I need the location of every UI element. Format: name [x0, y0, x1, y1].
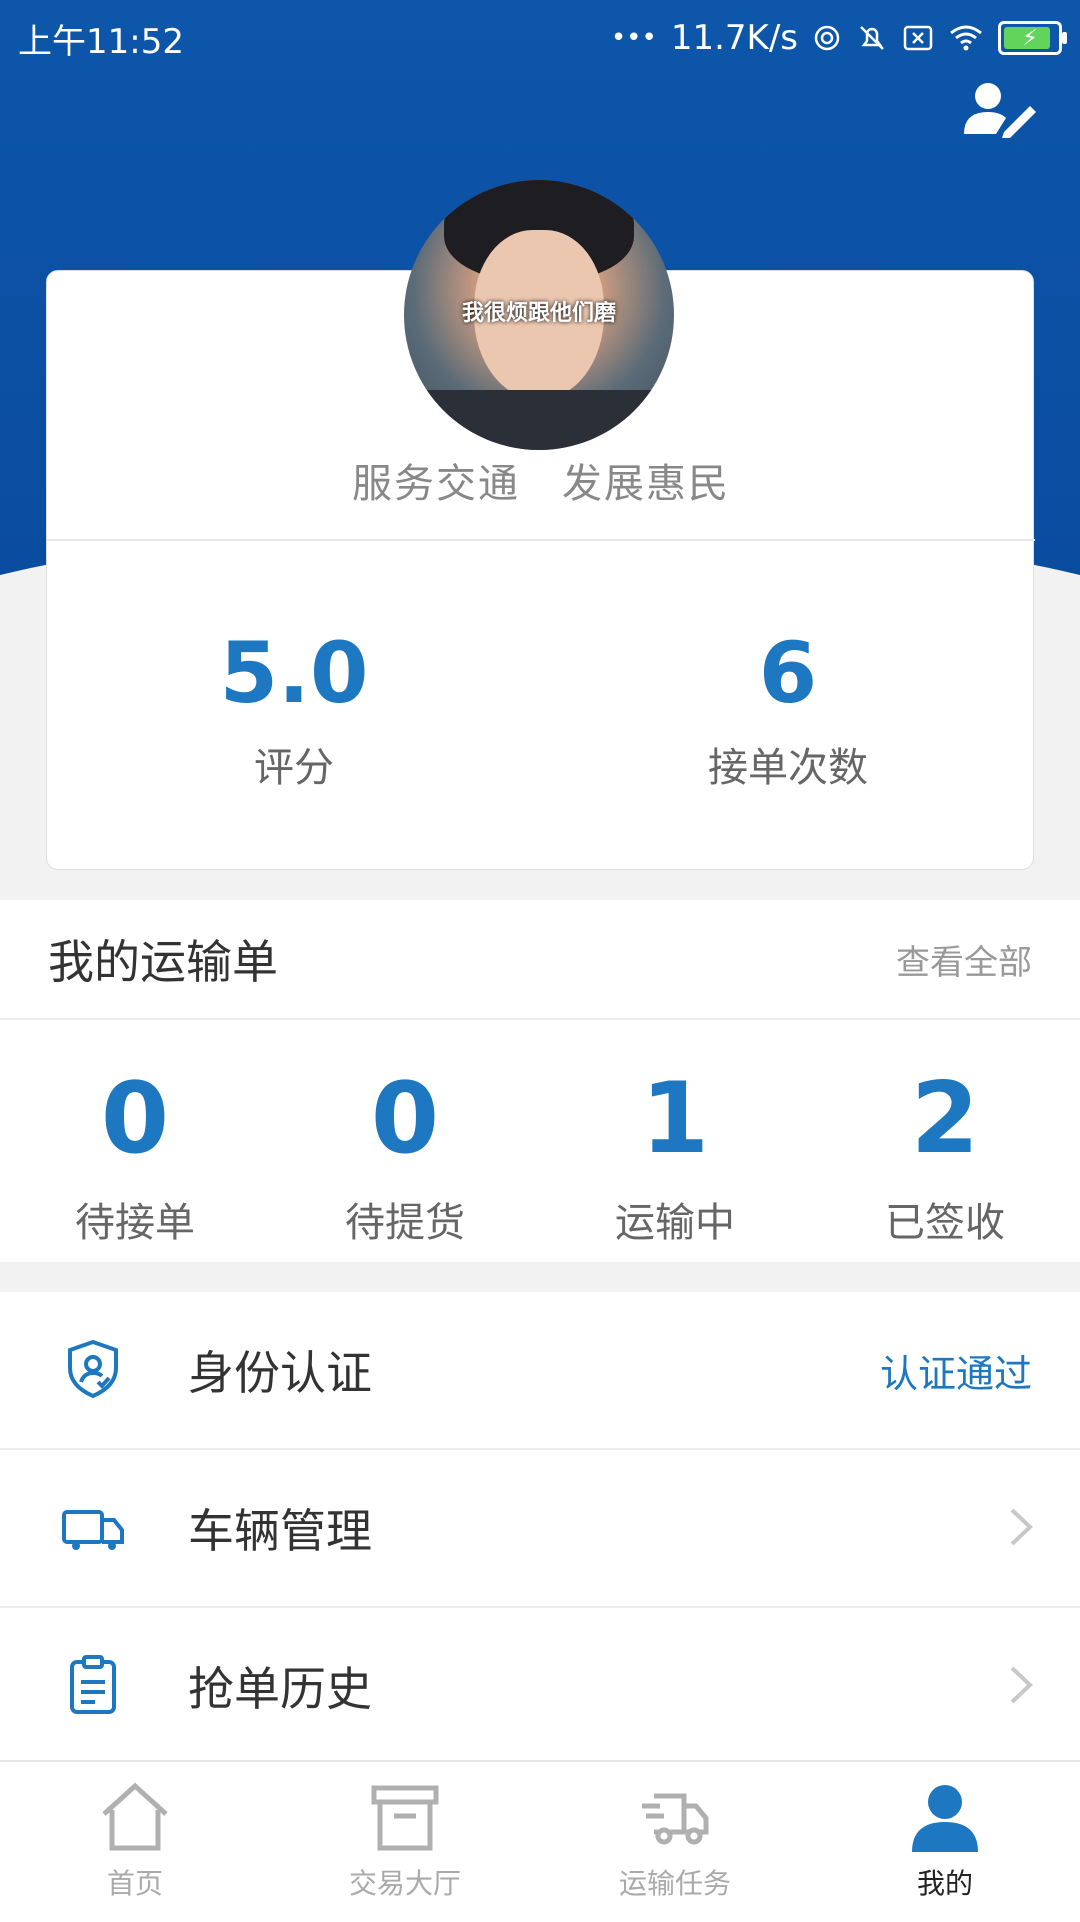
order-count: 1: [640, 1062, 710, 1176]
chevron-right-icon: [1010, 1508, 1033, 1546]
order-status-signed[interactable]: 2 已签收: [810, 1020, 1080, 1262]
bottom-tab-bar: 首页 交易大厅 运输任务 我的: [0, 1760, 1080, 1922]
rating-label: 评分: [254, 745, 334, 791]
order-count: 0: [100, 1062, 170, 1176]
wifi-icon: [950, 25, 982, 51]
tab-trading-hall[interactable]: 交易大厅: [270, 1762, 540, 1922]
home-icon: [102, 1782, 168, 1851]
menu-list: 身份认证 认证通过 车辆管理 抢单历史: [0, 1292, 1080, 1766]
my-orders-section: 我的运输单 查看全部 0 待接单 0 待提货 1 运输中 2 已签收: [0, 900, 1080, 1262]
order-status-pending-accept[interactable]: 0 待接单: [0, 1020, 270, 1262]
tab-home[interactable]: 首页: [0, 1762, 270, 1922]
view-all-link[interactable]: 查看全部: [896, 935, 1032, 984]
truck-icon: [62, 1510, 124, 1550]
orders-title: 我的运输单: [48, 935, 278, 989]
order-count: 0: [370, 1062, 440, 1176]
order-status-pending-pickup[interactable]: 0 待提货: [270, 1020, 540, 1262]
orders-header: 我的运输单 查看全部: [0, 900, 1080, 1020]
status-bar: 上午11:52 ••• 11.7K/s ⚡: [0, 0, 1080, 76]
chevron-right-icon: [1010, 1666, 1033, 1704]
network-speed: 11.7K/s: [670, 18, 798, 58]
orders-status-grid: 0 待接单 0 待提货 1 运输中 2 已签收: [0, 1020, 1080, 1262]
tab-label: 交易大厅: [348, 1867, 461, 1900]
avatar-caption: 我很烦跟他们磨: [461, 301, 616, 326]
mute-bell-icon: [860, 26, 884, 50]
clipboard-icon: [70, 1655, 116, 1714]
order-status-in-transit[interactable]: 1 运输中: [540, 1020, 810, 1262]
more-dots-icon: •••: [610, 23, 657, 53]
slogan: 服务交通 发展惠民: [352, 461, 730, 507]
tab-label: 运输任务: [618, 1867, 731, 1900]
tab-mine[interactable]: 我的: [810, 1762, 1080, 1922]
menu-item-label: 身份认证: [188, 1346, 372, 1400]
verification-status: 认证通过: [879, 1351, 1032, 1396]
card-divider: [47, 539, 1035, 541]
orders-taken-value: 6: [758, 624, 818, 722]
order-label: 运输中: [615, 1200, 735, 1246]
order-label: 待接单: [75, 1200, 195, 1246]
tab-label: 首页: [106, 1867, 163, 1900]
hotspot-icon: [814, 25, 840, 51]
avatar[interactable]: 我很烦跟他们磨: [404, 180, 674, 450]
menu-item-grab-history[interactable]: 抢单历史: [0, 1608, 1080, 1766]
menu-item-label: 车辆管理: [188, 1504, 372, 1558]
person-icon: [912, 1785, 978, 1852]
menu-item-vehicle-management[interactable]: 车辆管理: [0, 1450, 1080, 1608]
tab-transport-tasks[interactable]: 运输任务: [540, 1762, 810, 1922]
order-count: 2: [910, 1062, 980, 1176]
edit-profile-icon[interactable]: [960, 78, 1040, 138]
battery-icon: ⚡: [998, 21, 1067, 55]
rating-stat: 5.0 评分: [47, 631, 541, 793]
status-icons: ••• 11.7K/s ⚡: [610, 18, 1067, 58]
orders-taken-stat: 6 接单次数: [541, 631, 1035, 793]
status-time: 上午11:52: [18, 21, 184, 62]
delivery-truck-icon: [642, 1793, 709, 1845]
orders-taken-label: 接单次数: [708, 745, 868, 791]
sim-x-icon: [903, 25, 933, 51]
shield-user-icon: [68, 1339, 118, 1399]
menu-item-label: 抢单历史: [188, 1662, 372, 1716]
rating-value: 5.0: [219, 624, 369, 722]
order-label: 已签收: [885, 1200, 1005, 1246]
menu-item-identity-verification[interactable]: 身份认证 认证通过: [0, 1292, 1080, 1450]
tab-label: 我的: [916, 1867, 973, 1900]
order-label: 待提货: [345, 1200, 465, 1246]
archive-box-icon: [371, 1785, 439, 1851]
